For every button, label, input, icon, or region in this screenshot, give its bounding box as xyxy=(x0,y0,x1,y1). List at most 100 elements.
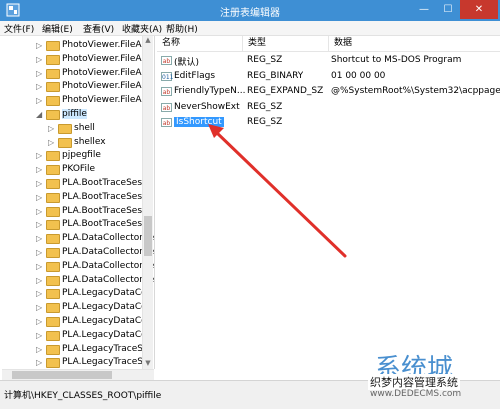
tree-item-label: PLA.DataCollectorSe xyxy=(62,274,154,285)
minimize-button[interactable]: — xyxy=(412,0,436,19)
tree-item[interactable]: ▷ PLA.DataCollectorSe xyxy=(2,260,154,274)
value-row[interactable]: ab FriendlyTypeN... REG_EXPAND_SZ @%SystemR… xyxy=(157,84,500,99)
chevron-right-icon[interactable]: ▷ xyxy=(36,97,44,105)
value-row[interactable]: ab NeverShowExt REG_SZ xyxy=(157,100,500,115)
tree-item[interactable]: ▷ pjpegfile xyxy=(2,149,154,163)
menu-view[interactable]: 查看(V) xyxy=(83,22,114,35)
tree-item[interactable]: ▷ PLA.DataCollectorSe xyxy=(2,232,154,246)
tree-horizontal-scrollbar[interactable] xyxy=(2,369,154,380)
tree-vertical-scrollbar[interactable]: ▲ ▼ xyxy=(142,36,153,369)
string-value-icon: ab xyxy=(161,87,172,96)
chevron-right-icon[interactable]: ▷ xyxy=(36,249,44,257)
tree-item[interactable]: ▷ PhotoViewer.FileAss xyxy=(2,80,154,94)
value-row[interactable]: 011 EditFlags REG_BINARY 01 00 00 00 xyxy=(157,69,500,84)
folder-icon xyxy=(46,192,60,203)
tree-item[interactable]: ▷ PhotoViewer.FileAss xyxy=(2,94,154,108)
string-value-icon: ab xyxy=(161,102,172,112)
value-name: (默认) xyxy=(174,58,200,68)
chevron-right-icon[interactable]: ▷ xyxy=(36,235,44,243)
folder-icon xyxy=(46,220,60,231)
tree-item[interactable]: ▷ PLA.LegacyTraceSes xyxy=(2,356,154,369)
folder-icon xyxy=(46,165,60,176)
chevron-right-icon[interactable]: ▷ xyxy=(36,262,44,271)
tree-item[interactable]: ▷ PLA.BootTraceSessi xyxy=(2,218,154,232)
chevron-right-icon[interactable]: ▷ xyxy=(36,221,44,229)
tree-item[interactable]: ▷ PhotoViewer.FileAss xyxy=(2,53,154,67)
chevron-right-icon[interactable]: ▷ xyxy=(48,138,56,147)
menu-edit[interactable]: 编辑(E) xyxy=(42,22,73,35)
tree-item[interactable]: ◢ piffile xyxy=(2,108,154,122)
tree-item-label: PLA.DataCollectorSe xyxy=(62,247,154,257)
tree-item[interactable]: ▷ PLA.BootTraceSessi xyxy=(2,191,154,205)
close-button[interactable]: ✕ xyxy=(460,0,498,19)
folder-icon xyxy=(46,68,60,79)
value-name: IsShortcut xyxy=(174,117,224,127)
chevron-right-icon[interactable]: ▷ xyxy=(36,345,44,354)
tree-item[interactable]: ▷ PLA.LegacyDataColl xyxy=(2,287,154,301)
chevron-right-icon[interactable]: ▷ xyxy=(36,152,44,160)
folder-icon xyxy=(46,179,60,189)
tree-item[interactable]: ▷ PLA.LegacyDataColl xyxy=(2,301,154,315)
chevron-right-icon[interactable]: ▷ xyxy=(36,207,44,216)
tree-item[interactable]: ▷ shell xyxy=(2,122,154,136)
tree-item[interactable]: ▷ PLA.BootTraceSessi xyxy=(2,177,154,191)
folder-icon xyxy=(46,248,60,258)
values-list[interactable]: 名称 类型 数据 ab (默认) REG_SZ Shortcut to MS-DOS … xyxy=(157,36,500,379)
tree-item-label: PLA.BootTraceSessi xyxy=(62,178,150,188)
tree-item[interactable]: ▷ PhotoViewer.FileAss xyxy=(2,39,154,53)
string-value-icon: ab xyxy=(161,118,172,127)
chevron-right-icon[interactable]: ▷ xyxy=(36,166,44,174)
tree-item-label: PhotoViewer.FileAss xyxy=(62,40,151,50)
folder-icon xyxy=(46,261,60,272)
chevron-right-icon[interactable]: ▷ xyxy=(36,318,44,326)
scroll-down-icon[interactable]: ▼ xyxy=(143,359,153,369)
tree-hscroll-thumb[interactable] xyxy=(12,371,112,379)
registry-tree[interactable]: ▷ PhotoViewer.FileAss ▷ PhotoViewer.FileAss… xyxy=(2,36,155,369)
chevron-right-icon[interactable]: ▷ xyxy=(36,42,44,50)
tree-item[interactable]: ▷ shellex xyxy=(2,136,154,150)
tree-item-label: piffile xyxy=(62,109,87,119)
chevron-right-icon[interactable]: ▷ xyxy=(48,124,56,133)
chevron-right-icon[interactable]: ▷ xyxy=(36,193,44,202)
menu-file[interactable]: 文件(F) xyxy=(4,22,34,35)
watermark-caption: 织梦内容管理系统 xyxy=(368,374,460,390)
column-header-data[interactable]: 数据 xyxy=(329,36,500,51)
tree-item[interactable]: ▷ PLA.LegacyDataColl xyxy=(2,315,154,329)
tree-item[interactable]: ▷ PLA.LegacyDataColl xyxy=(2,329,154,343)
chevron-right-icon[interactable]: ▷ xyxy=(36,290,44,298)
chevron-down-icon[interactable]: ◢ xyxy=(36,111,44,119)
tree-item[interactable]: ▷ PLA.BootTraceSessi xyxy=(2,205,154,219)
string-value-icon: ab xyxy=(161,56,172,65)
value-name: NeverShowExt xyxy=(174,101,240,112)
tree-item[interactable]: ▷ PLA.LegacyTraceSes xyxy=(2,343,154,357)
watermark: 系统城 织梦内容管理系统 www.DEDECMS.com xyxy=(350,352,500,408)
tree-item-label: PLA.BootTraceSessi xyxy=(62,191,150,202)
chevron-right-icon[interactable]: ▷ xyxy=(36,69,44,78)
tree-scroll-thumb[interactable] xyxy=(144,216,152,256)
tree-item-label: PhotoViewer.FileAss xyxy=(62,67,151,78)
column-header-type[interactable]: 类型 xyxy=(243,36,329,51)
chevron-right-icon[interactable]: ▷ xyxy=(36,331,44,340)
menu-help[interactable]: 帮助(H) xyxy=(166,22,198,35)
chevron-right-icon[interactable]: ▷ xyxy=(36,304,44,312)
chevron-right-icon[interactable]: ▷ xyxy=(36,359,44,367)
maximize-button[interactable]: ☐ xyxy=(436,0,460,19)
folder-icon xyxy=(46,96,60,107)
chevron-right-icon[interactable]: ▷ xyxy=(36,55,44,64)
value-row[interactable]: ab (默认) REG_SZ Shortcut to MS-DOS Program xyxy=(157,53,500,68)
column-header-name[interactable]: 名称 xyxy=(157,36,243,51)
chevron-right-icon[interactable]: ▷ xyxy=(36,276,44,285)
value-row[interactable]: ab IsShortcut REG_SZ xyxy=(157,115,500,130)
menu-favorites[interactable]: 收藏夹(A) xyxy=(122,22,162,35)
value-type: REG_SZ xyxy=(247,55,283,65)
tree-item[interactable]: ▷ PhotoViewer.FileAss xyxy=(2,67,154,81)
chevron-right-icon[interactable]: ▷ xyxy=(36,180,44,188)
tree-item-label: PLA.LegacyTraceSes xyxy=(62,357,154,368)
tree-item[interactable]: ▷ PLA.DataCollectorSe xyxy=(2,246,154,260)
value-name: EditFlags xyxy=(174,70,216,81)
tree-item[interactable]: ▷ PLA.DataCollectorSe xyxy=(2,274,154,288)
tree-item[interactable]: ▷ PKOFile xyxy=(2,163,154,177)
chevron-right-icon[interactable]: ▷ xyxy=(36,83,44,91)
folder-icon xyxy=(46,110,60,120)
scroll-up-icon[interactable]: ▲ xyxy=(143,36,153,46)
